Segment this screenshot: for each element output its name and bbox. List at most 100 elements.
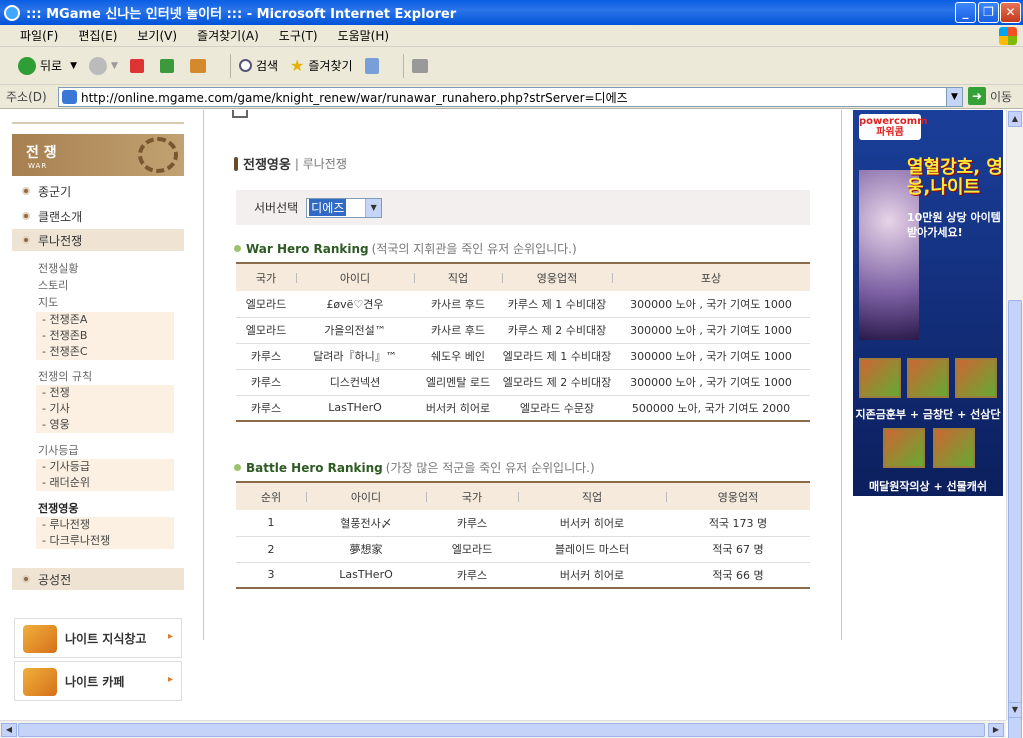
- table-cell: 달려라『하니』™: [296, 343, 414, 370]
- sidebar-item-luna-war[interactable]: 루나전쟁: [12, 229, 184, 251]
- star-icon: ★: [290, 56, 305, 75]
- sidebar-sub-map[interactable]: 지도: [38, 294, 58, 310]
- rules-hero[interactable]: - 영웅: [36, 417, 174, 433]
- restore-button[interactable]: ❐: [978, 2, 999, 23]
- ad-item-image: [883, 428, 925, 468]
- search-button[interactable]: 검색: [238, 57, 278, 74]
- scroll-left-icon[interactable]: ◀: [1, 723, 17, 737]
- scroll-down-icon[interactable]: ▼: [1008, 702, 1022, 718]
- favorites-button[interactable]: ★ 즐겨찾기: [290, 56, 353, 75]
- close-button[interactable]: ✕: [1000, 2, 1021, 23]
- sidebar-item-jonggungi[interactable]: 종군기: [12, 180, 184, 202]
- rules-knight[interactable]: - 기사: [36, 401, 174, 417]
- bullet-icon: [22, 575, 30, 583]
- sidebar-sub-rules[interactable]: 전쟁의 규칙: [38, 368, 92, 384]
- print-button[interactable]: [411, 58, 432, 73]
- menu-favorites[interactable]: 즐겨찾기(A): [197, 27, 259, 44]
- table-cell: 엘모라드 수문장: [502, 395, 612, 422]
- go-label: 이동: [990, 89, 1013, 104]
- table-cell: 3: [236, 562, 306, 589]
- rank-ladder[interactable]: - 래더순위: [36, 475, 174, 491]
- sidebar-item-siege[interactable]: 공성전: [12, 568, 184, 590]
- table-cell: 1: [236, 510, 306, 537]
- menu-tools[interactable]: 도구(T): [279, 27, 318, 44]
- table-cell: 엘모라드 제 1 수비대장: [502, 343, 612, 370]
- rank-knight[interactable]: - 기사등급: [36, 459, 174, 475]
- refresh-button[interactable]: [159, 58, 178, 73]
- chevron-right-icon: ▸: [167, 631, 173, 642]
- back-button[interactable]: 뒤로 ▼: [18, 56, 77, 75]
- map-zone-b[interactable]: - 전쟁존B: [36, 328, 174, 344]
- hero-dark-luna-war[interactable]: - 다크루나전쟁: [36, 533, 174, 549]
- printer-icon: [411, 58, 428, 73]
- knight-cafe-link[interactable]: 나이트 카페 ▸: [14, 661, 182, 701]
- table-cell: 카루스: [236, 395, 296, 422]
- vertical-scrollbar[interactable]: ▲ ▼: [1006, 110, 1023, 738]
- sidebar-sub-rank[interactable]: 기사등급: [38, 442, 78, 458]
- table-cell: 2: [236, 536, 306, 563]
- history-icon: [364, 57, 379, 74]
- sidebar-sub-live[interactable]: 전쟁실황: [38, 260, 78, 276]
- war-hero-title: War Hero Ranking (적국의 지휘관을 죽인 유저 순위입니다.): [234, 240, 577, 257]
- table-cell: 카루스: [236, 369, 296, 396]
- horizontal-scrollbar[interactable]: ◀ ▶: [0, 720, 1006, 738]
- sidebar-sub-story[interactable]: 스토리: [38, 277, 68, 293]
- left-column-divider: [203, 110, 204, 640]
- forward-button[interactable]: ▼: [89, 56, 118, 75]
- chevron-down-icon[interactable]: ▼: [365, 198, 382, 217]
- map-zone-c[interactable]: - 전쟁존C: [36, 344, 174, 360]
- table-cell: 가을의전설™: [296, 317, 414, 344]
- battle-hero-table: 순위 아이디 국가 직업 영웅업적 1 혈풍전사〆 카루스 버서커 히어로 적국 173…: [236, 481, 810, 589]
- column-header: 포상: [612, 262, 810, 291]
- stop-button[interactable]: [129, 58, 148, 73]
- rules-war[interactable]: - 전쟁: [36, 385, 174, 401]
- cafe-icon: [23, 668, 57, 696]
- table-cell: 300000 노아 , 국가 기여도 1000: [612, 369, 810, 396]
- table-row: 1 혈풍전사〆 카루스 버서커 히어로 적국 173 명: [236, 510, 810, 537]
- horizontal-scroll-thumb[interactable]: [18, 723, 985, 737]
- page-title: 전쟁영웅 | 루나전쟁: [234, 154, 347, 173]
- table-cell: 카루스 제 2 수비대장: [502, 317, 612, 344]
- sidebar-item-clan[interactable]: 클랜소개: [12, 205, 184, 227]
- table-row: 카루스 디스컨넥션 엘리멘탈 로드 엘모라드 제 2 수비대장 300000 노아 , …: [236, 369, 810, 396]
- server-selected-value: 디에즈: [309, 199, 347, 216]
- chevron-right-icon: ▸: [167, 674, 173, 685]
- vertical-scroll-thumb[interactable]: [1008, 300, 1022, 738]
- menu-edit[interactable]: 편집(E): [78, 27, 117, 44]
- home-button[interactable]: [189, 58, 210, 73]
- hero-luna-war[interactable]: - 루나전쟁: [36, 517, 174, 533]
- table-cell: £øvё♡견우: [296, 291, 414, 318]
- server-select[interactable]: 디에즈 ▼: [306, 197, 383, 218]
- table-cell: 버서커 히어로: [518, 562, 666, 589]
- menu-view[interactable]: 보기(V): [137, 27, 177, 44]
- address-label: 주소(D): [6, 90, 47, 104]
- address-bar: 주소(D) http://online.mgame.com/game/knigh…: [0, 85, 1023, 109]
- menu-help[interactable]: 도움말(H): [338, 27, 390, 44]
- map-zone-a[interactable]: - 전쟁존A: [36, 312, 174, 328]
- table-header-row: 순위 아이디 국가 직업 영웅업적: [236, 481, 810, 510]
- ad-headline: 열혈강호, 영웅,나이트: [907, 157, 1003, 198]
- address-input[interactable]: http://online.mgame.com/game/knight_rene…: [58, 87, 963, 107]
- knight-knowledge-link[interactable]: 나이트 지식창고 ▸: [14, 618, 182, 658]
- address-dropdown-icon[interactable]: ▼: [946, 88, 962, 106]
- ad-caption: 지존금훈부 + 금창단 + 선삼단: [855, 408, 1001, 421]
- left-sidebar: 전 쟁 WAR 종군기 클랜소개 루나전쟁 전쟁실황 스토리 지도 - 전쟁존A…: [12, 110, 184, 720]
- table-cell: 카사르 후드: [414, 317, 502, 344]
- history-button[interactable]: [364, 57, 383, 74]
- server-label: 서버선택: [254, 201, 299, 215]
- advertisement-banner[interactable]: powercomm 파워콤 열혈강호, 영웅,나이트 10만원 상당 아이템 받…: [853, 110, 1003, 496]
- sidebar-sub-hero[interactable]: 전쟁영웅: [38, 500, 78, 516]
- column-header: 직업: [414, 262, 502, 291]
- ad-item-image: [933, 428, 975, 468]
- scroll-right-icon[interactable]: ▶: [988, 723, 1004, 737]
- menu-file[interactable]: 파일(F): [20, 27, 58, 44]
- minimize-button[interactable]: _: [955, 2, 976, 23]
- home-icon: [189, 58, 206, 73]
- forward-arrow-icon: [89, 56, 108, 75]
- toolbar: 뒤로 ▼ ▼ 검색 ★ 즐겨찾기: [0, 47, 1023, 85]
- toolbar-divider: [402, 53, 404, 78]
- go-button[interactable]: ➜ 이동: [968, 87, 1012, 105]
- bullet-icon: [22, 236, 30, 244]
- column-header: 국가: [236, 262, 296, 291]
- scroll-up-icon[interactable]: ▲: [1008, 111, 1022, 127]
